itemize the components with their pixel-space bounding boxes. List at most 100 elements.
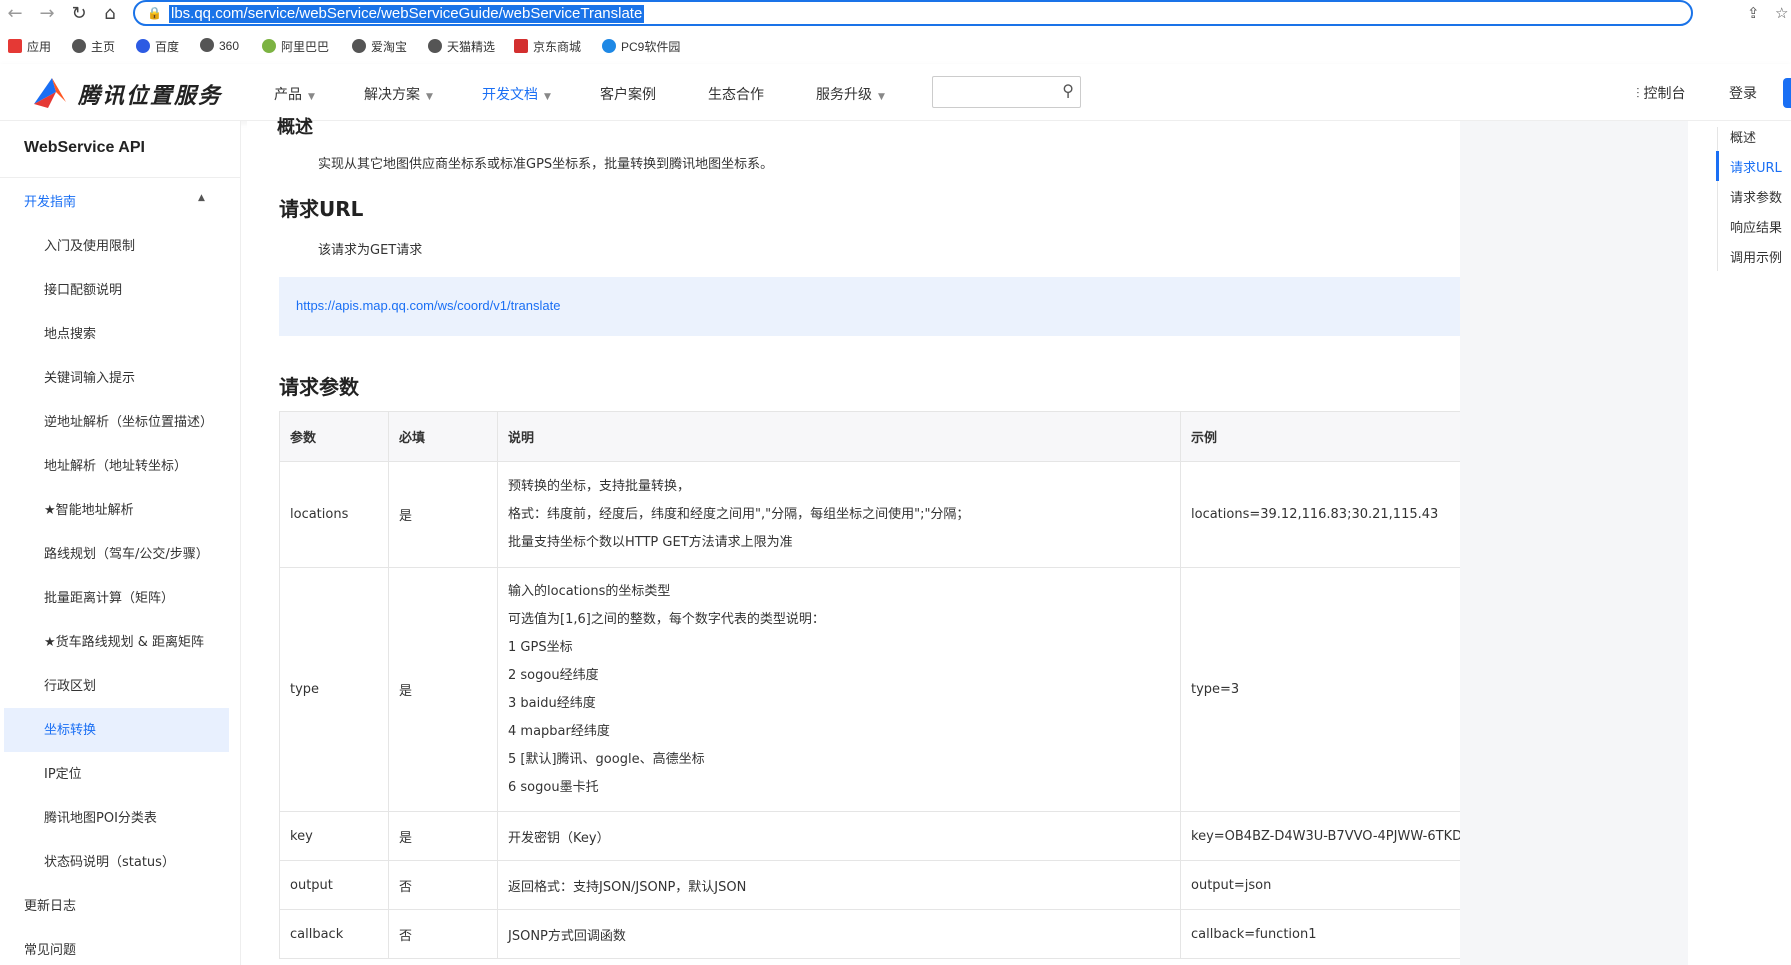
bookmark-star-icon[interactable]: ☆ — [1775, 4, 1788, 22]
brand-name[interactable]: 腾讯位置服务 — [78, 78, 222, 110]
sidebar-item-geocoder[interactable]: 地址解析（地址转坐标） — [44, 455, 187, 474]
sidebar-group-dev-guide[interactable]: 开发指南 — [24, 191, 76, 210]
nav-ecosystem[interactable]: 生态合作 — [708, 84, 764, 104]
bookmark-home[interactable]: 主页 — [72, 38, 115, 55]
chevron-down-icon: ▼ — [878, 92, 885, 102]
toc-item-params[interactable]: 请求参数 — [1730, 187, 1782, 206]
table-header: 必填 — [388, 411, 498, 462]
nav-cases[interactable]: 客户案例 — [600, 84, 656, 104]
sliders-icon: ⫶ — [1636, 86, 1640, 102]
param-desc: 返回格式：支持JSON/JSONP，默认JSON — [497, 860, 1181, 910]
overview-text: 实现从其它地图供应商坐标系或标准GPS坐标系，批量转换到腾讯地图坐标系。 — [318, 157, 774, 172]
params-table: 参数 必填 说明 示例 locations 是 预转换的坐标，支持批量转换， 格… — [279, 411, 1657, 959]
desc-line: 2 sogou经纬度 — [508, 667, 599, 683]
console-link[interactable]: ⫶ 控制台 — [1636, 83, 1686, 103]
sidebar-item-translate[interactable]: 坐标转换 — [44, 719, 96, 738]
site-header: 腾讯位置服务 产品 ▼ 解决方案 ▼ 开发文档 ▼ 客户案例 生态合作 服务升级 ▼ ⚲… — [0, 64, 1791, 121]
address-bar[interactable]: 🔒 lbs.qq.com/service/webService/webServi… — [133, 0, 1693, 26]
param-required: 是 — [388, 811, 498, 861]
back-icon[interactable]: ← — [4, 3, 26, 25]
param-name: type — [279, 567, 389, 812]
table-of-contents: 概述 请求URL 请求参数 响应结果 调用示例 — [1688, 121, 1791, 965]
sidebar-item-changelog[interactable]: 更新日志 — [24, 895, 76, 914]
reload-icon[interactable]: ↻ — [68, 3, 90, 25]
bookmark-apps[interactable]: 应用 — [8, 38, 51, 55]
bookmarks-bar: 应用 主页 百度 360 阿里巴巴 爱淘宝 天猫精选 京东商城 PC9软件园 — [0, 32, 1791, 60]
sidebar-item-faq[interactable]: 常见问题 — [24, 939, 76, 958]
url-text: lbs.qq.com/service/webService/webService… — [169, 5, 645, 23]
divider — [0, 177, 240, 178]
section-heading-overview: 概述 — [277, 117, 313, 138]
bookmark-360[interactable]: 360 — [200, 38, 239, 53]
param-name: key — [279, 811, 389, 861]
section-heading-request-url: 请求URL — [279, 197, 364, 221]
param-required: 否 — [388, 909, 498, 959]
active-item-highlight — [4, 708, 229, 752]
chevron-down-icon: ▼ — [544, 92, 551, 102]
param-desc: 预转换的坐标，支持批量转换， 格式：纬度前，经度后，纬度和经度之间用","分隔，… — [497, 461, 1181, 568]
sidebar-item-poi-category[interactable]: 腾讯地图POI分类表 — [44, 807, 157, 826]
nav-product[interactable]: 产品 ▼ — [274, 84, 315, 104]
sidebar-item-district[interactable]: 行政区划 — [44, 675, 96, 694]
section-heading-params: 请求参数 — [279, 375, 359, 399]
bookmark-baidu[interactable]: 百度 — [136, 38, 179, 55]
bookmark-alibaba[interactable]: 阿里巴巴 — [262, 38, 329, 55]
forward-icon[interactable]: → — [36, 3, 58, 25]
sidebar-item-ip-location[interactable]: IP定位 — [44, 763, 82, 782]
request-url-link[interactable]: https://apis.map.qq.com/ws/coord/v1/tran… — [296, 298, 560, 313]
nav-upgrade[interactable]: 服务升级 ▼ — [816, 84, 885, 104]
tencent-map-logo[interactable] — [30, 74, 70, 110]
sidebar-item-suggestion[interactable]: 关键词输入提示 — [44, 367, 135, 386]
sidebar-item-reverse-geocoder[interactable]: 逆地址解析（坐标位置描述） — [44, 411, 213, 430]
toc-item-request-url[interactable]: 请求URL — [1730, 157, 1782, 176]
bookmark-aitaobao[interactable]: 爱淘宝 — [352, 38, 407, 55]
pc9-icon — [602, 39, 616, 53]
sidebar-item-status-code[interactable]: 状态码说明（status） — [44, 851, 175, 870]
globe-icon — [428, 39, 442, 53]
desc-line: 5 [默认]腾讯、google、高德坐标 — [508, 751, 705, 767]
toc-item-example[interactable]: 调用示例 — [1730, 247, 1782, 266]
param-desc: 开发密钥（Key） — [497, 811, 1181, 861]
desc-line: 格式：纬度前，经度后，纬度和经度之间用","分隔，每组坐标之间使用";"分隔； — [508, 506, 970, 522]
bookmark-tmall[interactable]: 天猫精选 — [428, 38, 495, 55]
sidebar: WebService API 开发指南 ▲ 入门及使用限制 接口配额说明 地点搜… — [0, 121, 241, 965]
table-row: output 否 返回格式：支持JSON/JSONP，默认JSON output… — [279, 860, 1657, 910]
param-name: locations — [279, 461, 389, 568]
sidebar-item-matrix[interactable]: 批量距离计算（矩阵） — [44, 587, 174, 606]
share-icon[interactable]: ⇪ — [1747, 4, 1760, 22]
home-icon[interactable]: ⌂ — [99, 3, 121, 25]
lock-icon: 🔒 — [147, 6, 162, 20]
jd-icon — [514, 39, 528, 53]
toc-item-response[interactable]: 响应结果 — [1730, 217, 1782, 236]
table-row: callback 否 JSONP方式回调函数 callback=function… — [279, 909, 1657, 959]
bookmark-jd[interactable]: 京东商城 — [514, 38, 581, 55]
apps-icon — [8, 39, 22, 53]
globe-icon — [200, 38, 214, 52]
chevron-down-icon: ▼ — [426, 92, 433, 102]
chevron-up-icon[interactable]: ▲ — [198, 193, 205, 203]
bookmark-pc9[interactable]: PC9软件园 — [602, 38, 680, 55]
request-method-note: 该请求为GET请求 — [318, 243, 423, 258]
alibaba-icon — [262, 39, 276, 53]
nav-solutions[interactable]: 解决方案 ▼ — [364, 84, 433, 104]
header-edge-button[interactable] — [1783, 78, 1791, 108]
sidebar-item-place-search[interactable]: 地点搜索 — [44, 323, 96, 342]
desc-line: 输入的locations的坐标类型 — [508, 583, 671, 599]
globe-icon — [352, 39, 366, 53]
browser-toolbar: ← → ↻ ⌂ 🔒 lbs.qq.com/service/webService/… — [0, 0, 1791, 28]
param-required: 否 — [388, 860, 498, 910]
search-icon[interactable]: ⚲ — [1062, 81, 1074, 100]
search-input[interactable]: ⚲ — [932, 76, 1081, 108]
nav-docs[interactable]: 开发文档 ▼ — [482, 84, 551, 104]
sidebar-item-intro[interactable]: 入门及使用限制 — [44, 235, 135, 254]
desc-line: 4 mapbar经纬度 — [508, 723, 610, 739]
toc-item-overview[interactable]: 概述 — [1730, 127, 1756, 146]
table-row: key 是 开发密钥（Key） key=OB4BZ-D4W3U-B7VVO-4P… — [279, 811, 1657, 861]
toc-track — [1717, 127, 1718, 271]
sidebar-item-truck-route[interactable]: ★货车路线规划 & 距离矩阵 — [44, 631, 204, 650]
login-link[interactable]: 登录 — [1729, 83, 1757, 103]
request-url-block: https://apis.map.qq.com/ws/coord/v1/tran… — [279, 277, 1656, 336]
sidebar-item-route[interactable]: 路线规划（驾车/公交/步骤） — [44, 543, 209, 562]
sidebar-item-smart-address[interactable]: ★智能地址解析 — [44, 499, 134, 518]
sidebar-item-quota[interactable]: 接口配额说明 — [44, 279, 122, 298]
